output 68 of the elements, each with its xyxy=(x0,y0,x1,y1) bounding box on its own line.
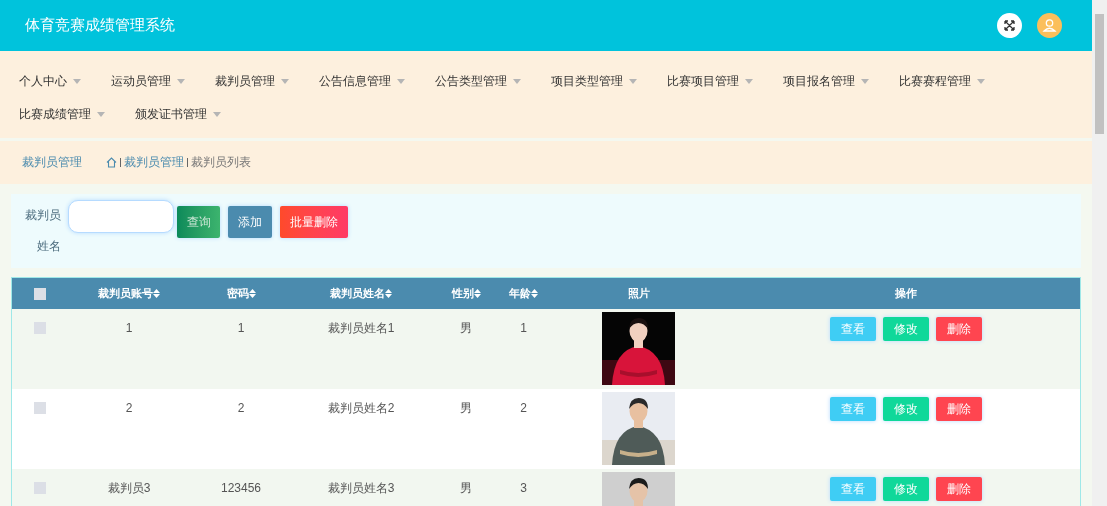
checkbox[interactable] xyxy=(33,322,46,334)
menu-item[interactable]: 比赛成绩管理 xyxy=(19,104,105,124)
caret-icon xyxy=(177,78,185,84)
column-header: 照片 xyxy=(627,286,650,302)
sort-icon xyxy=(153,289,160,298)
caret-icon xyxy=(861,78,869,84)
caret-icon xyxy=(281,78,289,84)
page-title: 裁判员管理 xyxy=(22,154,82,170)
sort-icon xyxy=(248,289,256,298)
table-cell-text: 2 xyxy=(520,400,527,417)
column-header: 操作 xyxy=(894,286,917,302)
caret-icon xyxy=(977,78,985,84)
avatar-icon[interactable] xyxy=(1037,13,1062,38)
table-cell-text: 裁判员3 xyxy=(107,480,151,497)
fullscreen-icon[interactable] xyxy=(997,13,1022,38)
table-cell-text: 2 xyxy=(125,400,133,417)
menu-item[interactable]: 裁判员管理 xyxy=(215,71,289,91)
table-cell-text: 1 xyxy=(125,320,133,337)
table-cell-text: 裁判员姓名1 xyxy=(327,320,395,337)
home-icon[interactable] xyxy=(106,157,117,168)
caret-icon xyxy=(629,78,637,84)
caret-icon xyxy=(213,111,221,117)
checkbox[interactable] xyxy=(33,287,46,300)
menu-item[interactable]: 公告信息管理 xyxy=(319,71,405,91)
checkbox[interactable] xyxy=(33,482,46,494)
table-cell-text: 1 xyxy=(520,320,527,337)
caret-icon xyxy=(745,78,753,84)
menu-item[interactable]: 颁发证书管理 xyxy=(135,104,221,124)
input-field[interactable] xyxy=(68,200,174,233)
table-cell-text: 3 xyxy=(520,480,527,497)
sort-icon xyxy=(473,289,481,298)
menu-item[interactable]: 公告类型管理 xyxy=(435,71,521,91)
menu-item[interactable]: 比赛项目管理 xyxy=(667,71,753,91)
delete-button[interactable]: 删除 xyxy=(935,477,982,501)
sort-icon xyxy=(385,289,392,298)
checkbox[interactable] xyxy=(33,402,46,414)
menu-item[interactable]: 运动员管理 xyxy=(111,71,185,91)
scrollbar[interactable] xyxy=(1092,0,1107,506)
search-button[interactable]: 查询 xyxy=(177,206,220,238)
breadcrumb-link[interactable]: 裁判员管理 xyxy=(124,153,184,172)
table-cell-text: 男 xyxy=(460,320,472,337)
caret-icon xyxy=(97,111,105,117)
table-cell-text: 1 xyxy=(237,320,245,337)
table-cell-text: 男 xyxy=(460,480,472,497)
caret-icon xyxy=(397,78,405,84)
add-button[interactable]: 添加 xyxy=(228,206,272,238)
field-label: 裁判员姓名 xyxy=(24,207,61,255)
sortable-column-header[interactable]: 裁判员姓名 xyxy=(330,285,392,302)
sortable-column-header[interactable]: 密码 xyxy=(226,285,256,302)
menu-item[interactable]: 比赛赛程管理 xyxy=(899,71,985,91)
table-cell-text: 男 xyxy=(460,400,472,417)
menu-item[interactable]: 项目报名管理 xyxy=(783,71,869,91)
table-cell-text: 裁判员姓名2 xyxy=(327,400,395,417)
delete-button[interactable]: 删除 xyxy=(935,317,982,341)
table-cell-text: 123456 xyxy=(220,480,261,497)
table-cell-text: 裁判员姓名3 xyxy=(327,480,395,497)
app-title: 体育竞赛成绩管理系统 xyxy=(25,15,175,36)
sort-icon xyxy=(531,289,538,298)
delete-button[interactable]: 删除 xyxy=(935,397,982,421)
caret-icon xyxy=(73,78,81,84)
menu-item[interactable]: 项目类型管理 xyxy=(551,71,637,91)
caret-icon xyxy=(513,78,521,84)
menu-item[interactable]: 个人中心 xyxy=(19,71,81,91)
table-cell-text: 2 xyxy=(237,400,245,417)
sortable-column-header[interactable]: 性别 xyxy=(451,285,481,302)
sortable-column-header[interactable]: 年龄 xyxy=(509,285,538,302)
batch-delete-button[interactable]: 批量删除 xyxy=(280,206,348,238)
sortable-column-header[interactable]: 裁判员账号 xyxy=(98,285,160,302)
